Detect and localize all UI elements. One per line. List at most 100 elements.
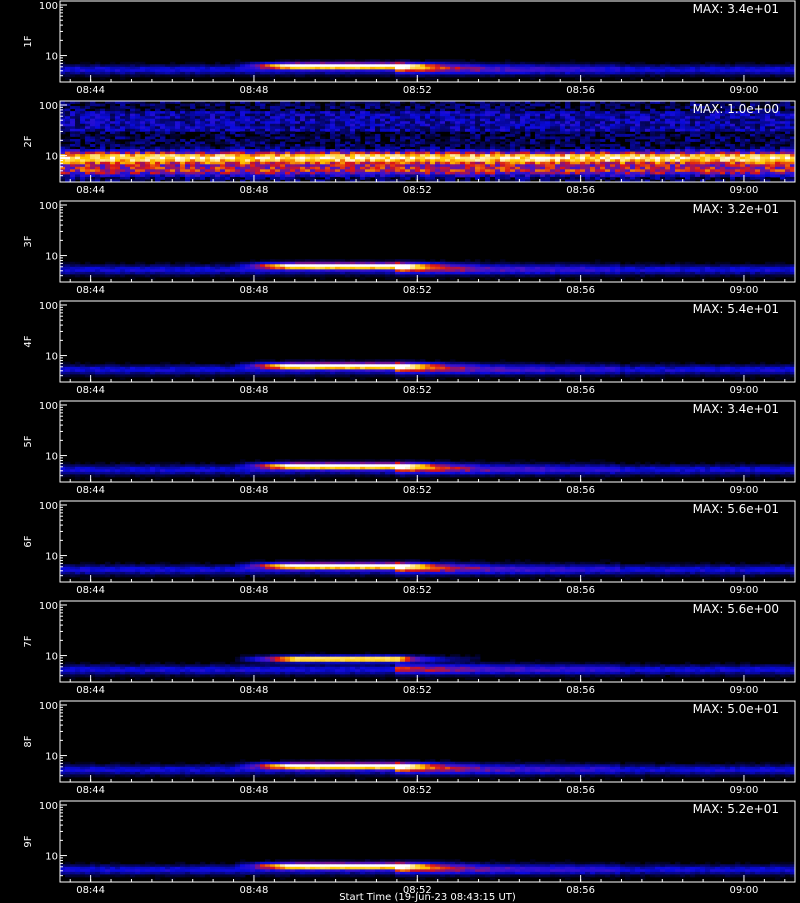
- spectrogram-image: [60, 559, 795, 580]
- y-tick-label: 100: [39, 501, 58, 512]
- max-label: MAX: 5.6e+00: [693, 602, 779, 616]
- x-tick-label: 08:44: [76, 285, 105, 296]
- x-tick-label: 08:48: [240, 285, 269, 296]
- x-tick-label: 09:00: [730, 785, 759, 796]
- spectrogram-image: [60, 759, 795, 780]
- spectrogram-image: [60, 59, 795, 80]
- x-axis-label: Start Time (19-Jun-23 08:43:15 UT): [60, 893, 795, 903]
- x-tick-label: 08:48: [240, 785, 269, 796]
- max-label: MAX: 3.2e+01: [693, 202, 779, 216]
- x-tick-label: 09:00: [730, 185, 759, 196]
- x-tick-label: 08:48: [240, 485, 269, 496]
- max-label: MAX: 3.4e+01: [693, 2, 779, 16]
- x-tick-label: 08:52: [403, 585, 432, 596]
- spectrogram-image: [60, 652, 795, 680]
- x-tick-label: 09:00: [730, 85, 759, 96]
- max-label: MAX: 1.0e+00: [693, 102, 779, 116]
- panel-4f: 10 100 08:44 08:48 08:52 08:56 09:00 4F MAX: 5.4…: [0, 300, 800, 400]
- y-tick-label: 10: [45, 852, 58, 863]
- x-tick-label: 08:52: [403, 485, 432, 496]
- panel-name: 3F: [23, 235, 34, 247]
- panel-plot: 10 100 08:44 08:48 08:52 08:56 09:00 1F MAX: 3.4…: [0, 0, 800, 100]
- x-tick-label: 08:56: [566, 685, 595, 696]
- x-tick-label: 08:44: [76, 485, 105, 496]
- y-tick-label: 10: [45, 552, 58, 563]
- panel-name: 7F: [23, 635, 34, 647]
- y-tick-label: 100: [39, 701, 58, 712]
- panel-name: 8F: [23, 735, 34, 747]
- y-tick-label: 10: [45, 252, 58, 263]
- panel-name: 4F: [23, 335, 34, 347]
- spectrogram-image: [60, 859, 795, 880]
- x-tick-label: 08:44: [76, 585, 105, 596]
- x-tick-label: 08:52: [403, 385, 432, 396]
- y-tick-label: 100: [39, 801, 58, 812]
- y-tick-label: 100: [39, 1, 58, 12]
- x-tick-label: 08:56: [566, 585, 595, 596]
- x-tick-label: 08:52: [403, 185, 432, 196]
- x-tick-label: 08:56: [566, 85, 595, 96]
- x-tick-label: 08:48: [240, 585, 269, 596]
- panel-plot: 1010008:4408:4808:5208:5609:009FMAX: 5.2…: [0, 800, 800, 900]
- panel-6f: 10 100 08:44 08:48 08:52 08:56 09:00 6F MAX: 5.6…: [0, 500, 800, 600]
- y-tick-label: 10: [45, 652, 58, 663]
- panel-1f: 10 100 08:44 08:48 08:52 08:56 09:00 1F MAX: 3.4…: [0, 0, 800, 100]
- panel-plot: 1010008:4408:4808:5208:5609:002FMAX: 1.0…: [0, 100, 800, 200]
- y-tick-label: 100: [39, 101, 58, 112]
- panel-name: 2F: [23, 135, 34, 147]
- panel-plot: 1010008:4408:4808:5208:5609:005FMAX: 3.4…: [0, 400, 800, 500]
- panel-plot: 10 100 08:44 08:48 08:52 08:56 09:00 7F MAX: 5.6…: [0, 600, 800, 700]
- panel-2f: 1010008:4408:4808:5208:5609:002FMAX: 1.0…: [0, 100, 800, 200]
- x-tick-label: 09:00: [730, 685, 759, 696]
- panel-plot: 10 100 08:44 08:48 08:52 08:56 09:00 4F MAX: 5.4…: [0, 300, 800, 400]
- y-tick-label: 100: [39, 201, 58, 212]
- x-tick-label: 08:44: [76, 85, 105, 96]
- panel-7f: 10 100 08:44 08:48 08:52 08:56 09:00 7F MAX: 5.6…: [0, 600, 800, 700]
- x-tick-label: 08:44: [76, 185, 105, 196]
- x-tick-label: 08:52: [403, 785, 432, 796]
- y-tick-label: 100: [39, 601, 58, 612]
- x-tick-label: 09:00: [730, 585, 759, 596]
- spectrogram-image: [60, 259, 795, 280]
- panel-plot: 10 100 08:44 08:48 08:52 08:56 09:00 3F MAX: 3.2…: [0, 200, 800, 300]
- spectrogram-image: [60, 101, 795, 182]
- y-tick-label: 10: [45, 152, 58, 163]
- x-tick-label: 08:44: [76, 685, 105, 696]
- panel-name: 5F: [23, 435, 34, 447]
- x-tick-label: 09:00: [730, 385, 759, 396]
- max-label: MAX: 5.4e+01: [693, 302, 779, 316]
- max-label: MAX: 5.6e+01: [693, 502, 779, 516]
- spectrogram-stack: 10 100 08:44 08:48 08:52 08:56 09:00 1F MAX: 3.4…: [0, 0, 800, 900]
- x-tick-label: 08:52: [403, 85, 432, 96]
- x-tick-label: 08:52: [403, 285, 432, 296]
- x-tick-label: 08:56: [566, 185, 595, 196]
- x-tick-label: 08:56: [566, 285, 595, 296]
- x-tick-label: 09:00: [730, 285, 759, 296]
- panel-8f: 1010008:4408:4808:5208:5609:008FMAX: 5.0…: [0, 700, 800, 800]
- spectrogram-image: [60, 459, 795, 480]
- y-tick-label: 10: [45, 752, 58, 763]
- max-label: MAX: 5.0e+01: [693, 702, 779, 716]
- x-tick-label: 09:00: [730, 485, 759, 496]
- panel-plot: 10 100 08:44 08:48 08:52 08:56 09:00 6F MAX: 5.6…: [0, 500, 800, 600]
- y-tick-label: 100: [39, 401, 58, 412]
- y-tick-label: 10: [45, 52, 58, 63]
- x-tick-label: 08:44: [76, 785, 105, 796]
- panel-name: 1F: [23, 35, 34, 47]
- spectrogram-image: [60, 359, 795, 380]
- x-tick-label: 08:48: [240, 685, 269, 696]
- max-label: MAX: 5.2e+01: [693, 802, 779, 816]
- x-tick-label: 08:44: [76, 385, 105, 396]
- panel-3f: 10 100 08:44 08:48 08:52 08:56 09:00 3F MAX: 3.2…: [0, 200, 800, 300]
- panel-5f: 1010008:4408:4808:5208:5609:005FMAX: 3.4…: [0, 400, 800, 500]
- panel-plot: 1010008:4408:4808:5208:5609:008FMAX: 5.0…: [0, 700, 800, 800]
- x-tick-label: 08:48: [240, 85, 269, 96]
- panel-9f: 1010008:4408:4808:5208:5609:009FMAX: 5.2…: [0, 800, 800, 900]
- x-tick-label: 08:48: [240, 385, 269, 396]
- x-tick-label: 08:56: [566, 385, 595, 396]
- max-label: MAX: 3.4e+01: [693, 402, 779, 416]
- x-tick-label: 08:52: [403, 685, 432, 696]
- y-tick-label: 10: [45, 352, 58, 363]
- y-tick-label: 100: [39, 301, 58, 312]
- panel-name: 6F: [23, 535, 34, 547]
